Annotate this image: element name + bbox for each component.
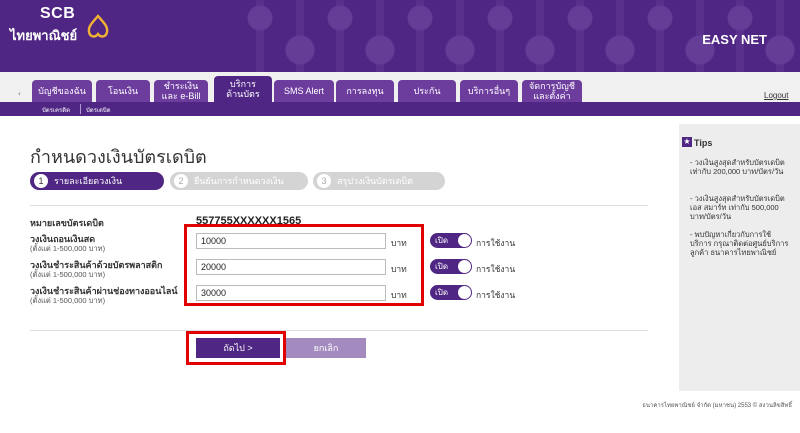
step-label: ยืนยันการกำหนดวงเงิน (194, 176, 284, 186)
usage-label: การใช้งาน (476, 238, 516, 248)
toggle-on-label: เปิด (435, 288, 449, 297)
step-label: สรุปวงเงินบัตรเดบิต (337, 176, 413, 186)
scb-logo-icon (87, 14, 109, 38)
step-1: 1 รายละเอียดวงเงิน (30, 172, 164, 190)
step-number: 1 (34, 174, 48, 188)
divider (30, 205, 648, 206)
nav-scroll-left-icon[interactable]: ‹ (18, 90, 21, 98)
divider (30, 330, 648, 331)
tab-card-services[interactable]: บริการ ด้านบัตร (214, 76, 272, 102)
limit-range-card-purchase: (ตั้งแต่ 1-500,000 บาท) (30, 270, 106, 279)
tab-transfer[interactable]: โอนเงิน (96, 80, 150, 102)
logo-text-th: ไทยพาณิชย์ (10, 28, 78, 43)
card-number-label: หมายเลขบัตรเดบิต (30, 218, 104, 228)
tip-item-1: - วงเงินสูงสุดสำหรับบัตรเดบิต เท่ากับ 20… (690, 158, 785, 176)
highlight-box-inputs (184, 224, 424, 306)
header (0, 0, 800, 72)
tab-account-settings[interactable]: จัดการบัญชี และตั้งค่า (522, 80, 582, 102)
step-label: รายละเอียดวงเงิน (54, 176, 123, 186)
toggle-knob (458, 234, 471, 247)
subnav-bar (0, 102, 800, 116)
step-number: 3 (317, 174, 331, 188)
step-2: 2 ยืนยันการกำหนดวงเงิน (170, 172, 308, 190)
tab-investment[interactable]: การลงทุน (336, 80, 394, 102)
toggle-knob (458, 260, 471, 273)
tips-star-icon: ★ (682, 137, 692, 147)
product-name: EASY NET (702, 32, 767, 47)
logo-text-en: SCB (40, 5, 76, 22)
toggle-on-label: เปิด (435, 262, 449, 271)
tab-payment-ebill[interactable]: ชำระเงิน และ e-Bill (154, 80, 208, 102)
tab-other-services[interactable]: บริการอื่นๆ (460, 80, 518, 102)
logout-link[interactable]: Logout (764, 91, 788, 100)
tips-title: Tips (694, 138, 713, 148)
tab-my-accounts[interactable]: บัญชีของฉัน (32, 80, 92, 102)
toggle-on-label: เปิด (435, 236, 449, 245)
subnav-item-debit-card[interactable]: บัตรเดบิต (86, 105, 111, 115)
limit-range-cash: (ตั้งแต่ 1-500,000 บาท) (30, 244, 106, 253)
usage-label: การใช้งาน (476, 264, 516, 274)
card-purchase-toggle[interactable]: เปิด (430, 259, 472, 274)
tip-item-3: - พบปัญหาเกี่ยวกับการใช้บริการ กรุณาติดต… (690, 230, 789, 257)
cancel-button[interactable]: ยกเลิก (286, 338, 366, 358)
step-3: 3 สรุปวงเงินบัตรเดบิต (313, 172, 445, 190)
subnav-item-credit-card[interactable]: บัตรเครดิต (42, 105, 70, 115)
tab-insurance[interactable]: ประกัน (398, 80, 456, 102)
tip-item-2: - วงเงินสูงสุดสำหรับบัตรเดบิต เอส สมาร์ท… (690, 194, 785, 221)
footer-copyright: ธนาคารไทยพาณิชย์ จำกัด (มหาชน) 2553 © สง… (642, 403, 792, 409)
toggle-knob (458, 286, 471, 299)
subnav-divider (80, 104, 81, 114)
cash-withdrawal-toggle[interactable]: เปิด (430, 233, 472, 248)
limit-range-online-purchase: (ตั้งแต่ 1-500,000 บาท) (30, 296, 106, 305)
usage-label: การใช้งาน (476, 290, 516, 300)
step-number: 2 (174, 174, 188, 188)
highlight-box-next (186, 331, 286, 365)
page-title: กำหนดวงเงินบัตรเดบิต (30, 147, 207, 167)
tab-sms-alert[interactable]: SMS Alert (274, 80, 334, 102)
online-purchase-toggle[interactable]: เปิด (430, 285, 472, 300)
